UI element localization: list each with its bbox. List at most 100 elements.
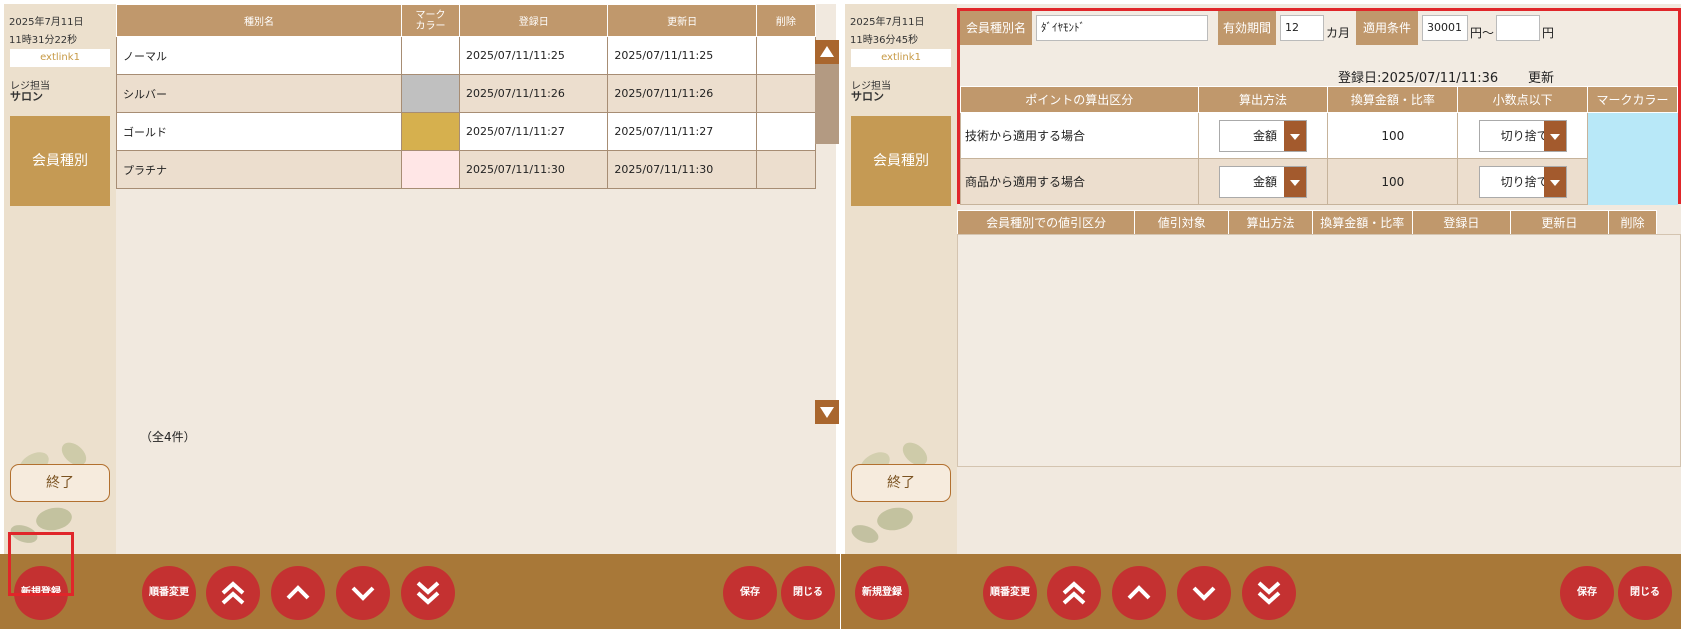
highlight-new-register	[8, 532, 74, 596]
scroll-up-button[interactable]	[815, 40, 839, 64]
chevron-down-icon	[351, 586, 375, 601]
double-chevron-up-icon	[1062, 581, 1086, 605]
current-time: 11時36分45秒	[850, 35, 919, 46]
sidebar-datetime: 2025年7月11日 11時36分45秒	[850, 14, 925, 50]
ext-link[interactable]: extlink1	[10, 49, 110, 67]
chevron-down-icon	[1283, 120, 1306, 151]
rounding-select-value: 切り捨て	[1500, 174, 1549, 189]
column-header-registered[interactable]: 登録日	[459, 4, 609, 37]
column-header-point-category: ポイントの算出区分	[960, 86, 1199, 113]
chevron-down-icon	[1543, 166, 1566, 197]
period-unit: カ月	[1326, 26, 1351, 40]
triangle-up-icon	[820, 46, 834, 57]
save-button[interactable]: 保存	[723, 566, 777, 620]
period-input[interactable]: 12	[1280, 15, 1324, 41]
mark-color-swatch[interactable]	[1587, 112, 1678, 205]
cell-name: プラチナ	[116, 150, 402, 189]
close-button[interactable]: 閉じる	[781, 566, 835, 620]
footer-toolbar: 新規登録 順番変更 保存 閉じる	[841, 554, 1681, 633]
column-header-delete[interactable]: 削除	[755, 4, 817, 37]
chevron-down-icon	[1543, 120, 1566, 151]
cell-registered: 2025/07/11/11:27	[459, 112, 609, 151]
condition-from-unit: 円～	[1470, 26, 1495, 40]
member-type-detail: 会員種別名 ﾀﾞｲﾔﾓﾝﾄﾞ 有効期間 12 カ月 適用条件 30001 円～ …	[956, 4, 1681, 554]
sidebar: 2025年7月11日 11時31分22秒 extlink1 レジ担当 サロン 会…	[4, 4, 116, 554]
discount-list-area[interactable]	[957, 234, 1681, 467]
point-category-label: 技術から適用する場合	[960, 112, 1199, 159]
condition-max-input[interactable]	[1496, 15, 1540, 41]
move-down-button[interactable]	[336, 566, 390, 620]
rounding-select[interactable]: 切り捨て	[1478, 165, 1567, 198]
table-row[interactable]: ゴールド 2025/07/11/11:27 2025/07/11/11:27	[116, 112, 817, 151]
method-cell: 金額	[1197, 112, 1329, 159]
move-up-button[interactable]	[271, 566, 325, 620]
move-up-button[interactable]	[1112, 566, 1166, 620]
new-register-button[interactable]: 新規登録	[855, 566, 909, 620]
scroll-down-button[interactable]	[815, 400, 839, 424]
method-select[interactable]: 金額	[1218, 165, 1307, 198]
column-header-mark-color[interactable]: マーク カラー	[400, 4, 461, 37]
member-type-table: 種別名 マーク カラー 登録日 更新日 削除 ノーマル 2025/07/11/1…	[116, 4, 817, 189]
cell-updated: 2025/07/11/11:27	[607, 112, 757, 151]
table-row[interactable]: シルバー 2025/07/11/11:26 2025/07/11/11:26	[116, 74, 817, 113]
double-chevron-down-icon	[416, 581, 440, 605]
record-count: （全4件）	[140, 430, 196, 444]
double-chevron-down-icon	[1257, 581, 1281, 605]
column-header-amount: 換算金額・比率	[1311, 210, 1413, 235]
table-row[interactable]: プラチナ 2025/07/11/11:30 2025/07/11/11:30	[116, 150, 817, 189]
column-header-rounding: 小数点以下	[1457, 86, 1589, 113]
move-top-button[interactable]	[1047, 566, 1101, 620]
cell-delete[interactable]	[755, 112, 817, 151]
cell-mark-color	[400, 112, 461, 151]
method-select[interactable]: 金額	[1218, 119, 1307, 152]
reorder-button[interactable]: 順番変更	[142, 566, 196, 620]
point-category-label: 商品から適用する場合	[960, 158, 1199, 205]
condition-to-unit: 円	[1542, 26, 1555, 40]
cell-delete[interactable]	[755, 150, 817, 189]
move-down-button[interactable]	[1177, 566, 1231, 620]
move-bottom-button[interactable]	[401, 566, 455, 620]
condition-min-input[interactable]: 30001	[1422, 15, 1468, 41]
cell-mark-color	[400, 74, 461, 113]
current-time: 11時31分22秒	[9, 35, 78, 46]
cell-updated: 2025/07/11/11:25	[607, 36, 757, 75]
exit-button[interactable]: 終了	[10, 464, 110, 502]
table-row: 技術から適用する場合 金額 100 切り捨て	[960, 112, 1678, 205]
close-button[interactable]: 閉じる	[1618, 566, 1672, 620]
exit-button[interactable]: 終了	[851, 464, 951, 502]
move-bottom-button[interactable]	[1242, 566, 1296, 620]
column-header-name[interactable]: 種別名	[116, 4, 402, 37]
current-date: 2025年7月11日	[850, 17, 925, 28]
column-header-updated[interactable]: 更新日	[607, 4, 757, 37]
amount-input[interactable]: 100	[1327, 158, 1459, 205]
chevron-up-icon	[1127, 585, 1151, 600]
cell-delete[interactable]	[755, 36, 817, 75]
period-label: 有効期間	[1218, 11, 1276, 45]
sidebar: 2025年7月11日 11時36分45秒 extlink1 レジ担当 サロン 会…	[845, 4, 957, 554]
rounding-select[interactable]: 切り捨て	[1478, 119, 1567, 152]
reorder-button[interactable]: 順番変更	[983, 566, 1037, 620]
rounding-select-value: 切り捨て	[1500, 128, 1549, 143]
member-type-form: 会員種別名 ﾀﾞｲﾔﾓﾝﾄﾞ 有効期間 12 カ月 適用条件 30001 円～ …	[957, 8, 1681, 205]
move-top-button[interactable]	[206, 566, 260, 620]
rounding-cell: 切り捨て	[1457, 112, 1589, 159]
scrollbar-thumb[interactable]	[815, 64, 839, 144]
amount-input[interactable]: 100	[1327, 112, 1459, 159]
name-input[interactable]: ﾀﾞｲﾔﾓﾝﾄﾞ	[1036, 15, 1208, 41]
table-row[interactable]: ノーマル 2025/07/11/11:25 2025/07/11/11:25	[116, 36, 817, 75]
method-select-value: 金額	[1252, 174, 1277, 189]
footer-edge	[841, 629, 1681, 633]
chevron-down-icon	[1192, 586, 1216, 601]
save-button[interactable]: 保存	[1560, 566, 1614, 620]
cell-mark-color	[400, 150, 461, 189]
sidebar-item-member-type[interactable]: 会員種別	[10, 116, 110, 206]
cell-delete[interactable]	[755, 74, 817, 113]
member-type-list-screen: 2025年7月11日 11時31分22秒 extlink1 レジ担当 サロン 会…	[0, 0, 840, 633]
staff-name: サロン	[10, 90, 43, 103]
points-table: ポイントの算出区分 算出方法 換算金額・比率 小数点以下 マークカラー 技術から…	[960, 86, 1678, 205]
column-header-mark-color: マークカラー	[1587, 86, 1678, 113]
method-select-value: 金額	[1252, 128, 1277, 143]
column-header-updated: 更新日	[1509, 210, 1609, 235]
ext-link[interactable]: extlink1	[851, 49, 951, 67]
sidebar-item-member-type[interactable]: 会員種別	[851, 116, 951, 206]
